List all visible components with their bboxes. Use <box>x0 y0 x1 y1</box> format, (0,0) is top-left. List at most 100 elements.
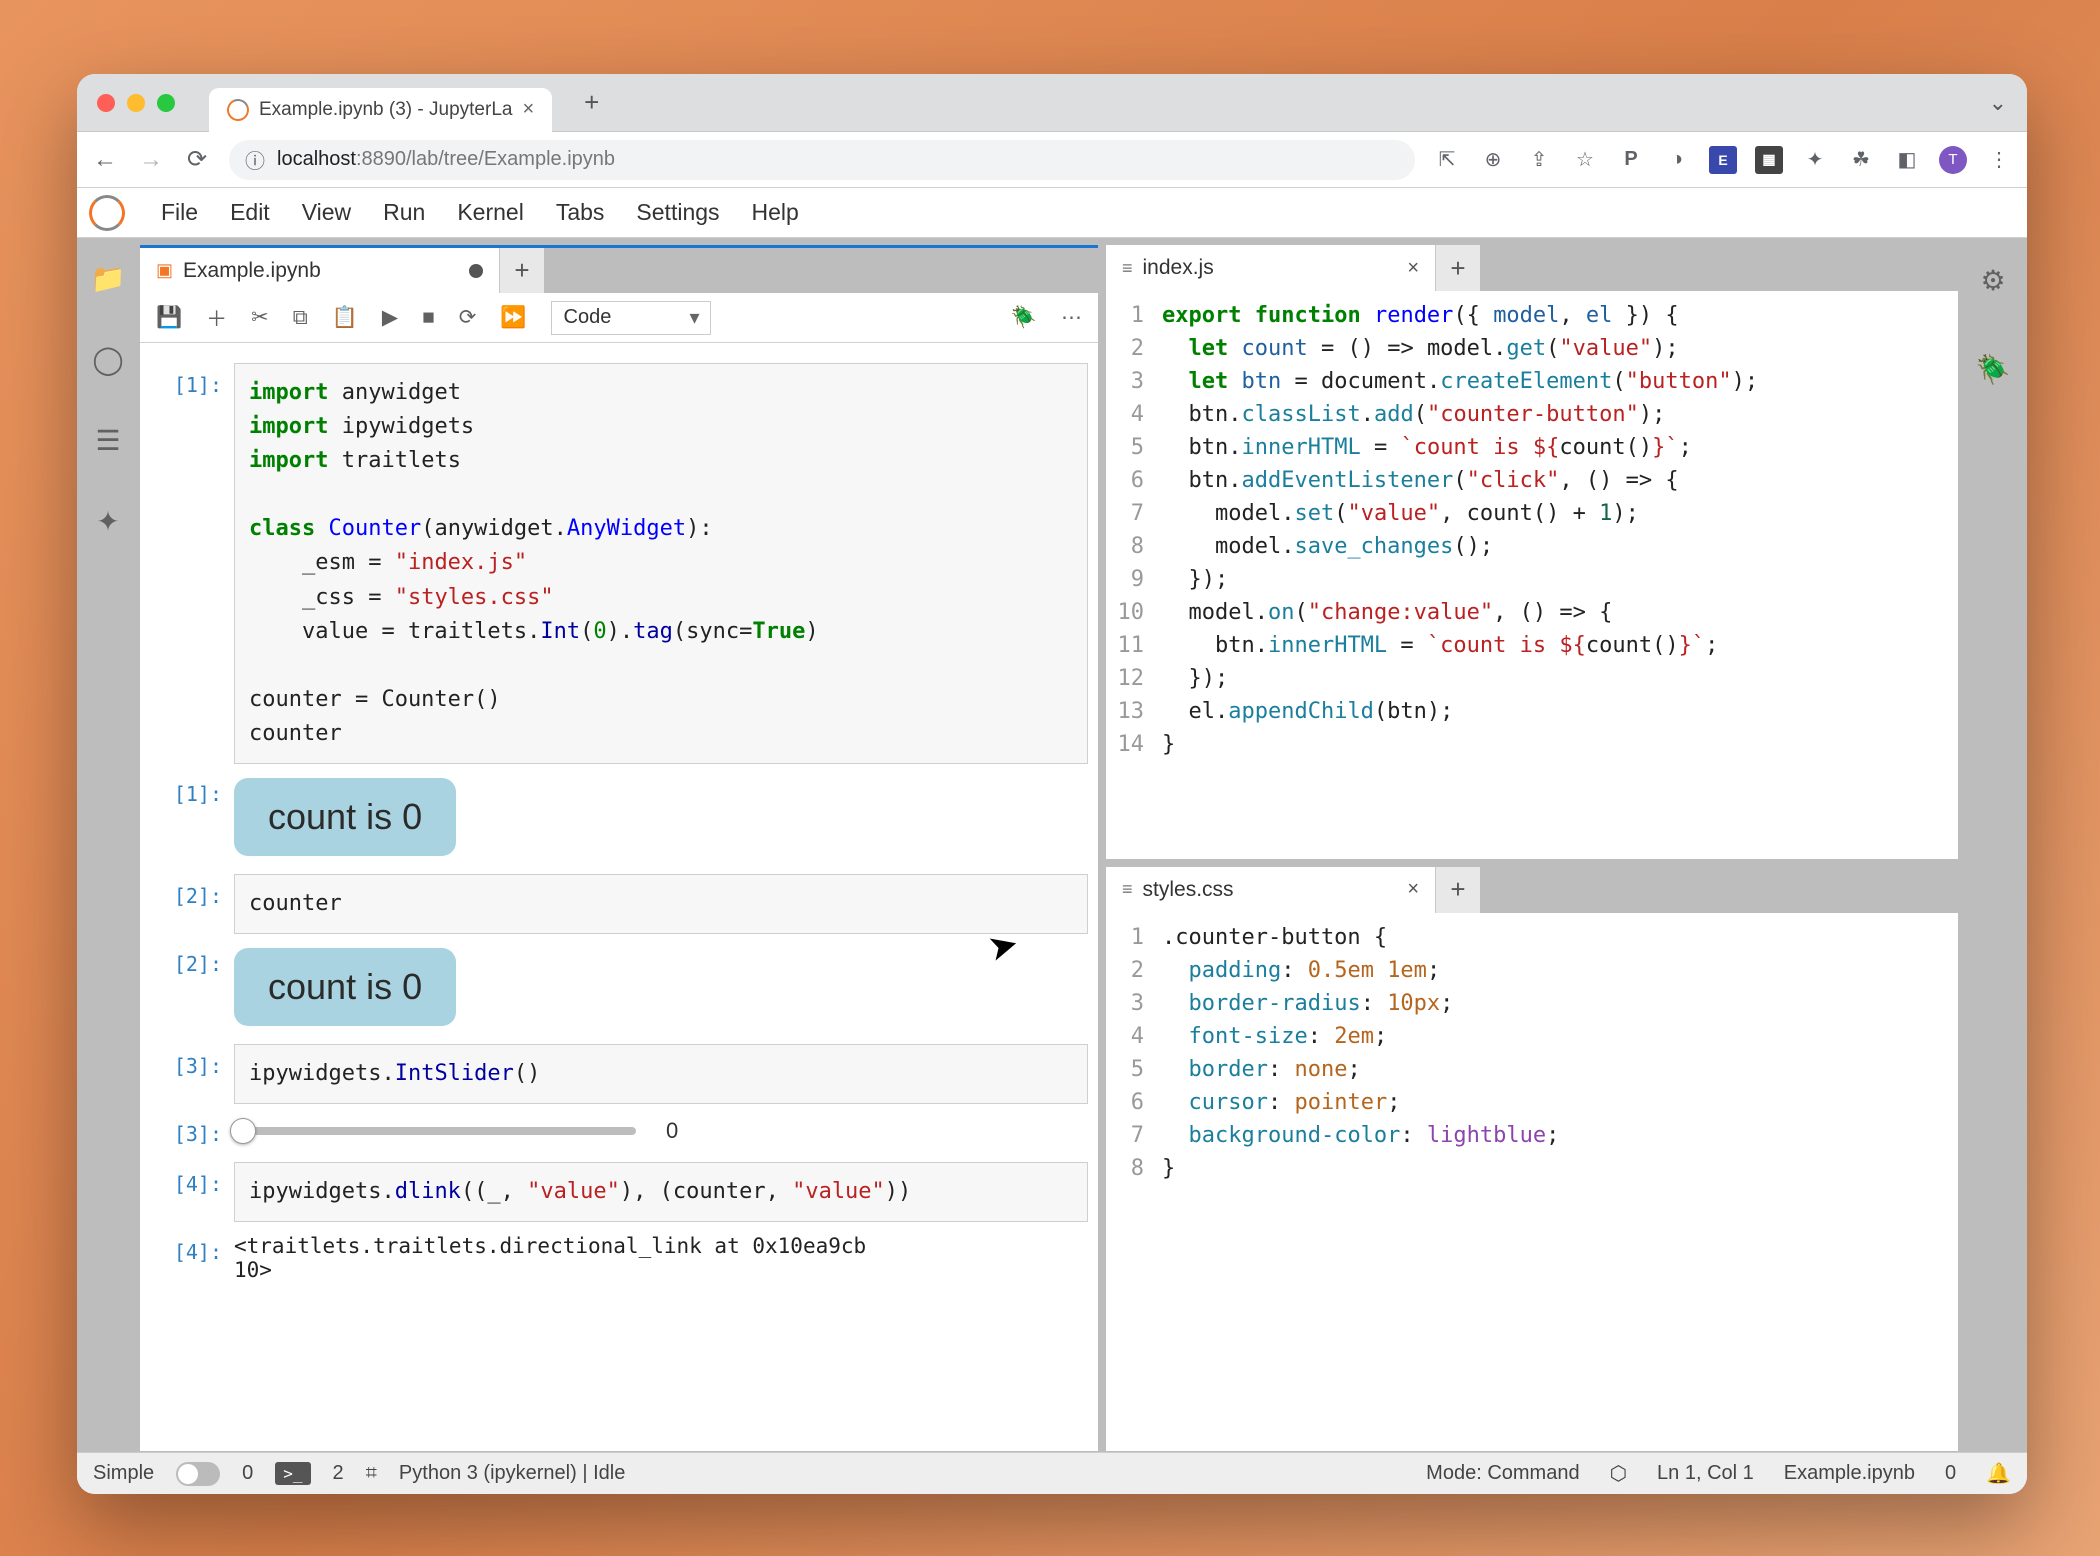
menu-edit[interactable]: Edit <box>216 193 284 232</box>
cell-3-input[interactable]: [3]: ipywidgets.IntSlider() <box>140 1044 1088 1104</box>
restart-icon[interactable]: ⟳ <box>459 305 477 330</box>
close-tab-icon[interactable]: × <box>522 98 534 121</box>
notebook-pane: ▣ Example.ipynb + 💾 ＋ ✂ ⧉ 📋 ▶ ■ ⟳ ⏩ <box>139 244 1099 1452</box>
editor-js-pane: ≡ index.js × + 1234567891011121314 expor… <box>1105 244 1959 860</box>
counter-button-2[interactable]: count is 0 <box>234 948 456 1026</box>
text-file-icon: ≡ <box>1122 258 1133 279</box>
ext-leaf-icon[interactable]: ☘ <box>1847 146 1875 174</box>
counter-button-1[interactable]: count is 0 <box>234 778 456 856</box>
more-icon[interactable]: ⋯ <box>1061 305 1082 330</box>
run-icon[interactable]: ▶ <box>382 305 398 330</box>
menu-help[interactable]: Help <box>738 193 813 232</box>
editor-js-tabrow: ≡ index.js × + <box>1106 245 1958 291</box>
url-path: /lab/tree/Example.ipynb <box>406 148 615 170</box>
debugger-icon[interactable]: 🪲 <box>1976 353 2011 386</box>
copy-icon[interactable]: ⧉ <box>293 306 308 330</box>
maximize-window-button[interactable] <box>157 94 175 112</box>
menu-view[interactable]: View <box>288 193 365 232</box>
cell-1-input[interactable]: [1]: import anywidget import ipywidgets … <box>140 363 1088 764</box>
browser-tab[interactable]: Example.ipynb (3) - JupyterLa × <box>209 88 552 132</box>
notebook-tab[interactable]: ▣ Example.ipynb <box>140 248 500 293</box>
running-icon[interactable]: ◯ <box>92 343 123 376</box>
extensions-rail-icon[interactable]: ✦ <box>96 505 119 538</box>
editor-css-tab[interactable]: ≡ styles.css × <box>1106 867 1436 913</box>
menu-kernel[interactable]: Kernel <box>443 193 537 232</box>
kebab-menu-icon[interactable]: ⋮ <box>1985 146 2013 174</box>
minimize-window-button[interactable] <box>127 94 145 112</box>
close-window-button[interactable] <box>97 94 115 112</box>
share-icon[interactable]: ⇪ <box>1525 146 1553 174</box>
cell-2-code[interactable]: counter <box>234 874 1088 934</box>
editor-css-body[interactable]: 12345678 .counter-button { padding: 0.5e… <box>1106 913 1958 1451</box>
toc-icon[interactable]: ☰ <box>95 424 120 457</box>
save-icon[interactable]: 💾 <box>156 306 182 330</box>
cell-2-prompt: [2]: <box>140 874 234 934</box>
js-code[interactable]: export function render({ model, el }) { … <box>1154 291 1958 859</box>
editor-css-tab-label: styles.css <box>1143 878 1234 902</box>
jupyter-body: 📁 ◯ ☰ ✦ ▣ Example.ipynb + 💾 ＋ <box>77 238 2027 1452</box>
cell-4-output: [4]: <traitlets.traitlets.directional_li… <box>140 1230 1088 1286</box>
cell-3-code[interactable]: ipywidgets.IntSlider() <box>234 1044 1088 1104</box>
bookmark-icon[interactable]: ☆ <box>1571 146 1599 174</box>
add-notebook-tab[interactable]: + <box>500 248 544 293</box>
close-js-tab-icon[interactable]: × <box>1407 257 1419 280</box>
files-icon[interactable]: 📁 <box>91 262 126 295</box>
cut-icon[interactable]: ✂ <box>251 305 269 330</box>
address-bar[interactable]: ⓘ localhost:8890/lab/tree/Example.ipynb <box>229 140 1415 180</box>
notebook-cells[interactable]: [1]: import anywidget import ipywidgets … <box>140 343 1098 1451</box>
notebook-tabrow: ▣ Example.ipynb + <box>140 245 1098 293</box>
simple-mode-toggle[interactable] <box>176 1462 220 1486</box>
menu-settings[interactable]: Settings <box>622 193 733 232</box>
property-inspector-icon[interactable]: ⚙ <box>1980 264 2005 297</box>
reload-button[interactable]: ⟳ <box>183 145 211 174</box>
add-css-tab[interactable]: + <box>1436 867 1480 913</box>
css-code[interactable]: .counter-button { padding: 0.5em 1em; bo… <box>1154 913 1958 1451</box>
editor-js-tab[interactable]: ≡ index.js × <box>1106 245 1436 291</box>
cell-1-out-prompt: [1]: <box>140 772 234 866</box>
open-external-icon[interactable]: ⇱ <box>1433 146 1461 174</box>
right-activity-bar: ⚙ 🪲 <box>1965 244 2021 1452</box>
ext-circle-icon[interactable]: ◑ <box>1663 146 1691 174</box>
tabs-menu-icon[interactable]: ⌄ <box>1989 90 2007 116</box>
ext-badge-2[interactable]: ▦ <box>1755 146 1783 174</box>
cell-3-out-prompt: [3]: <box>140 1112 234 1154</box>
slider-thumb[interactable] <box>230 1118 256 1144</box>
profile-avatar[interactable]: T <box>1939 146 1967 174</box>
zoom-icon[interactable]: ⊕ <box>1479 146 1507 174</box>
main-area: ▣ Example.ipynb + 💾 ＋ ✂ ⧉ 📋 ▶ ■ ⟳ ⏩ <box>139 238 2027 1452</box>
new-tab-button[interactable]: + <box>584 87 599 118</box>
back-button[interactable]: ← <box>91 146 119 174</box>
editor-js-body[interactable]: 1234567891011121314 export function rend… <box>1106 291 1958 859</box>
trusted-icon[interactable]: ⬡ <box>1610 1461 1627 1486</box>
fast-forward-icon[interactable]: ⏩ <box>500 306 526 330</box>
cell-2-out-prompt: [2]: <box>140 942 234 1036</box>
stop-icon[interactable]: ■ <box>422 306 435 330</box>
forward-button[interactable]: → <box>137 146 165 174</box>
celltype-select[interactable]: Code <box>551 301 711 335</box>
notebook-tab-label: Example.ipynb <box>183 259 321 283</box>
menu-run[interactable]: Run <box>369 193 439 232</box>
add-js-tab[interactable]: + <box>1436 245 1480 291</box>
cell-4-code[interactable]: ipywidgets.dlink((_, "value"), (counter,… <box>234 1162 1088 1222</box>
terminals-chip[interactable]: >_ <box>275 1462 310 1485</box>
sidepanel-icon[interactable]: ◧ <box>1893 146 1921 174</box>
status-kernel[interactable]: Python 3 (ipykernel) | Idle <box>399 1462 625 1485</box>
bug-icon[interactable]: 🪲 <box>1011 306 1037 330</box>
int-slider[interactable]: 0 <box>234 1118 1088 1144</box>
cell-4-input[interactable]: [4]: ipywidgets.dlink((_, "value"), (cou… <box>140 1162 1088 1222</box>
add-cell-icon[interactable]: ＋ <box>206 303 227 333</box>
site-info-icon[interactable]: ⓘ <box>245 145 265 174</box>
cell-1-code[interactable]: import anywidget import ipywidgets impor… <box>234 363 1088 764</box>
paste-icon[interactable]: 📋 <box>332 306 358 330</box>
bell-icon[interactable]: 🔔 <box>1986 1461 2011 1486</box>
ext-p-icon[interactable]: P <box>1617 146 1645 174</box>
ext-badge-1[interactable]: E <box>1709 146 1737 174</box>
jupyter-logo-icon[interactable] <box>89 195 125 231</box>
menu-file[interactable]: File <box>147 193 212 232</box>
menu-tabs[interactable]: Tabs <box>542 193 619 232</box>
close-css-tab-icon[interactable]: × <box>1407 878 1419 901</box>
cell-2-input[interactable]: [2]: counter <box>140 874 1088 934</box>
cpu-icon[interactable]: ⌗ <box>366 1462 377 1485</box>
extensions-icon[interactable]: ✦ <box>1801 146 1829 174</box>
slider-track[interactable] <box>236 1127 636 1135</box>
